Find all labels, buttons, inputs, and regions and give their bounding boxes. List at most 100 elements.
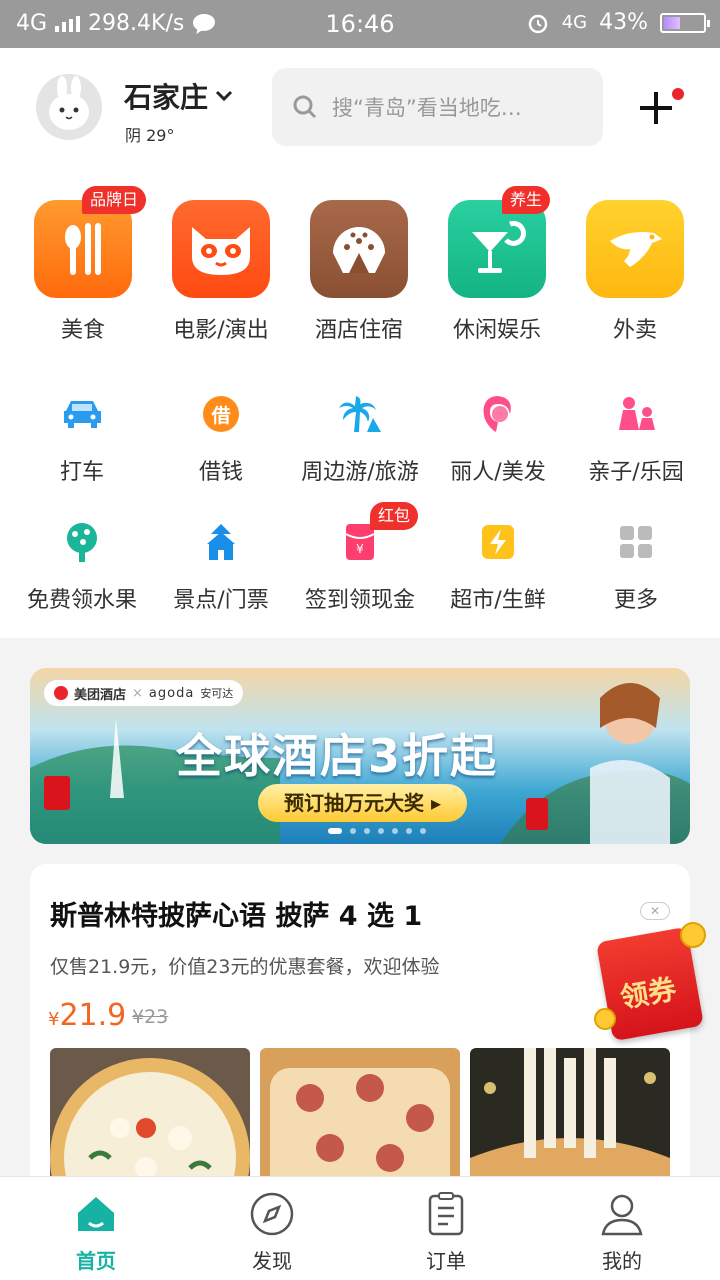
category-supermarket[interactable]: 超市/生鲜 bbox=[428, 522, 568, 614]
battery-percent: 43% bbox=[599, 10, 648, 35]
family-label: 亲子/乐园 bbox=[588, 460, 684, 485]
takeout-label: 外卖 bbox=[612, 318, 657, 343]
beauty-label: 丽人/美发 bbox=[450, 460, 546, 485]
movie-tile bbox=[172, 200, 270, 298]
loan-label: 借钱 bbox=[198, 460, 243, 485]
search-placeholder: 搜“青岛”看当地吃… bbox=[332, 96, 522, 120]
tab-orders-label: 订单 bbox=[426, 1249, 466, 1273]
category-movie[interactable]: 电影/演出 bbox=[156, 200, 286, 344]
category-more[interactable]: 更多 bbox=[566, 522, 706, 614]
close-icon[interactable]: ✕ bbox=[640, 902, 670, 920]
weather-text: 阴 29° bbox=[125, 126, 175, 145]
search-icon bbox=[293, 95, 317, 119]
price-value: 21.9 bbox=[59, 998, 127, 1033]
currency-symbol: ¥ bbox=[48, 1009, 60, 1030]
food-badge: 品牌日 bbox=[82, 186, 147, 214]
banner-cta-button[interactable]: 预订抽万元大奖 ▸ bbox=[258, 784, 468, 822]
deal-price: ¥21.9 bbox=[48, 998, 126, 1033]
notification-dot bbox=[672, 88, 684, 100]
more-label: 更多 bbox=[613, 588, 658, 613]
leisure-tile bbox=[448, 200, 546, 298]
supermarket-label: 超市/生鲜 bbox=[450, 588, 546, 613]
banner-headline: 全球酒店3折起 bbox=[176, 729, 499, 783]
pagoda-icon bbox=[207, 524, 235, 560]
promo-banner[interactable]: 美团酒店 × agoda 安可达 全球酒店3折起 预订抽万元大奖 ▸ bbox=[30, 668, 690, 844]
takeout-tile bbox=[586, 200, 684, 298]
add-button[interactable] bbox=[636, 88, 684, 132]
svg-text:¥: ¥ bbox=[356, 542, 364, 556]
avatar[interactable] bbox=[36, 74, 102, 140]
order-list-icon bbox=[428, 1192, 464, 1236]
category-takeout[interactable]: 外卖 bbox=[570, 200, 700, 344]
category-free-fruit[interactable]: 免费领水果 bbox=[12, 522, 152, 614]
battery-icon bbox=[660, 12, 710, 33]
category-scenic[interactable]: 景点/门票 bbox=[151, 522, 291, 614]
rabbit-avatar-icon bbox=[36, 74, 102, 140]
food-tile bbox=[34, 200, 132, 298]
search-bar[interactable]: 搜“青岛”看当地吃… bbox=[272, 68, 603, 146]
city-name: 石家庄 bbox=[124, 81, 209, 114]
taxi-icon bbox=[64, 401, 101, 428]
checkin-cash-label: 签到领现金 bbox=[304, 588, 415, 613]
bottom-tab-bar: 首页 发现 订单 我的 bbox=[0, 1176, 720, 1280]
travel-label: 周边游/旅游 bbox=[301, 460, 419, 485]
category-travel[interactable]: 周边游/旅游 bbox=[290, 394, 430, 486]
category-leisure[interactable]: 养生 休闲娱乐 bbox=[432, 186, 562, 344]
leisure-label: 休闲娱乐 bbox=[452, 318, 541, 343]
movie-label: 电影/演出 bbox=[173, 318, 269, 343]
banner-brand: 美团酒店 × agoda 安可达 bbox=[44, 680, 244, 706]
hotel-tile bbox=[310, 200, 408, 298]
category-panel: 品牌日 美食 电影/演出 酒店住宿 养生 休闲娱乐 外卖 打车 借 借钱 周边游… bbox=[0, 168, 720, 638]
pizza-image-1[interactable] bbox=[50, 1048, 250, 1194]
fruit-tree-icon bbox=[67, 523, 97, 562]
deal-card[interactable]: 斯普林特披萨心语 披萨 4 选 1 ✕ 仅售21.9元，价值23元的优惠套餐，欢… bbox=[30, 864, 690, 1194]
cocktail-icon bbox=[472, 220, 526, 273]
gold-coin-icon bbox=[594, 1008, 616, 1030]
profile-icon bbox=[601, 1194, 643, 1236]
lightning-icon bbox=[482, 525, 514, 559]
pizza-image-3[interactable] bbox=[470, 1048, 670, 1194]
tab-orders[interactable]: 订单 bbox=[396, 1191, 496, 1274]
tab-profile[interactable]: 我的 bbox=[572, 1191, 672, 1274]
category-food[interactable]: 品牌日 美食 bbox=[18, 186, 148, 344]
tab-home-label: 首页 bbox=[76, 1249, 116, 1273]
tab-profile-label: 我的 bbox=[602, 1249, 642, 1273]
category-loan[interactable]: 借 借钱 bbox=[151, 394, 291, 486]
gold-coin-icon bbox=[680, 922, 706, 948]
grid-more-icon bbox=[620, 526, 652, 558]
deal-description: 仅售21.9元，价值23元的优惠套餐，欢迎体验 bbox=[50, 956, 440, 978]
scenic-label: 景点/门票 bbox=[173, 588, 269, 613]
category-taxi[interactable]: 打车 bbox=[12, 394, 152, 486]
category-checkin-cash[interactable]: ¥ 红包 签到领现金 bbox=[290, 502, 430, 614]
loan-icon: 借 bbox=[203, 396, 239, 432]
coupon-float-button[interactable]: 领券 bbox=[594, 920, 710, 1042]
fork-knife-icon bbox=[65, 223, 101, 275]
deal-title: 斯普林特披萨心语 披萨 4 选 1 bbox=[50, 901, 423, 932]
kangaroo-icon bbox=[610, 232, 662, 267]
palm-tree-icon bbox=[339, 396, 381, 432]
partner-name-cn: 安可达 bbox=[200, 687, 234, 700]
parent-child-icon bbox=[619, 397, 655, 430]
hotel-label: 酒店住宿 bbox=[314, 318, 403, 343]
category-beauty[interactable]: 丽人/美发 bbox=[428, 394, 568, 486]
alarm-icon bbox=[528, 14, 547, 33]
hotel-bun-icon bbox=[333, 227, 385, 273]
taxi-label: 打车 bbox=[59, 460, 104, 485]
food-label: 美食 bbox=[60, 318, 105, 343]
compass-icon bbox=[250, 1192, 294, 1236]
pizza-image-2[interactable] bbox=[260, 1048, 460, 1194]
free-fruit-label: 免费领水果 bbox=[26, 588, 137, 613]
cat-face-icon bbox=[192, 227, 250, 275]
status-bar: 4G 298.4K/s 16:46 4G 43% bbox=[0, 0, 720, 48]
category-hotel[interactable]: 酒店住宿 bbox=[294, 200, 424, 344]
header: 石家庄 阴 29° 搜“青岛”看当地吃… bbox=[0, 48, 720, 168]
woman-hair-icon bbox=[483, 396, 511, 432]
deal-original-price: ¥23 bbox=[132, 1006, 169, 1028]
category-family[interactable]: 亲子/乐园 bbox=[566, 394, 706, 486]
banner-pagination bbox=[328, 828, 426, 834]
network2-label: 4G bbox=[561, 12, 588, 33]
city-selector[interactable]: 石家庄 bbox=[124, 76, 234, 116]
tab-discover-label: 发现 bbox=[252, 1249, 292, 1273]
tab-home[interactable]: 首页 bbox=[46, 1191, 146, 1274]
tab-discover[interactable]: 发现 bbox=[222, 1191, 322, 1274]
